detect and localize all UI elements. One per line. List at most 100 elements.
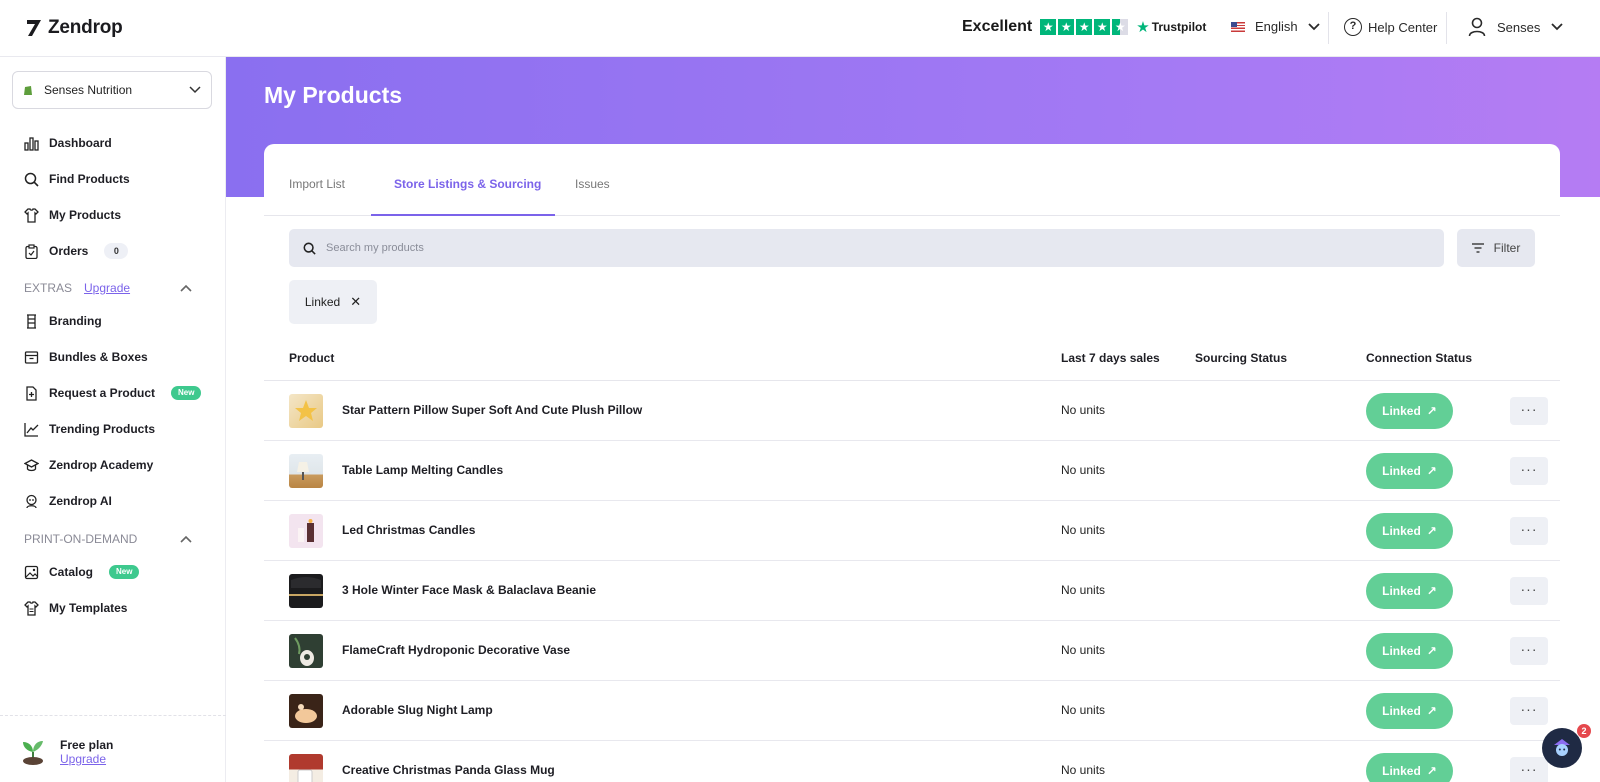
help-center-link[interactable]: ? Help Center — [1344, 18, 1437, 36]
product-name[interactable]: FlameCraft Hydroponic Decorative Vase — [342, 643, 570, 657]
sidebar-item-my-products[interactable]: My Products — [24, 205, 121, 225]
user-name: Senses — [1497, 19, 1541, 35]
new-badge: New — [171, 386, 202, 400]
sidebar-item-find-products[interactable]: Find Products — [24, 169, 130, 189]
sidebar-item-my-templates[interactable]: My Templates — [24, 598, 127, 618]
star-icon: ★ — [1058, 19, 1075, 35]
more-options-button[interactable]: ··· — [1510, 397, 1548, 425]
clipboard-icon — [25, 243, 38, 259]
language-selector[interactable]: English — [1231, 19, 1320, 34]
shirt-icon — [24, 207, 39, 223]
christmas-candles-image — [298, 519, 314, 542]
panda-mug-image — [297, 769, 313, 782]
linked-status-button[interactable]: Linked ↗ — [1366, 393, 1453, 429]
more-options-button[interactable]: ··· — [1510, 637, 1548, 665]
more-options-button[interactable]: ··· — [1510, 577, 1548, 605]
product-name[interactable]: 3 Hole Winter Face Mask & Balaclava Bean… — [342, 583, 596, 597]
plan-upgrade-link[interactable]: Upgrade — [60, 752, 113, 766]
table-row[interactable]: Adorable Slug Night Lamp No units Linked… — [264, 681, 1560, 741]
product-name[interactable]: Creative Christmas Panda Glass Mug — [342, 763, 555, 777]
trending-icon — [24, 422, 39, 437]
more-options-button[interactable]: ··· — [1510, 517, 1548, 545]
tab-issues[interactable]: Issues — [575, 177, 610, 191]
ai-icon — [26, 494, 37, 508]
linked-label: Linked — [1382, 524, 1421, 538]
divider — [1446, 12, 1447, 44]
product-thumbnail — [289, 394, 323, 428]
linked-label: Linked — [1382, 644, 1421, 658]
sidebar-item-catalog[interactable]: Catalog New — [24, 562, 140, 582]
linked-status-button[interactable]: Linked ↗ — [1366, 753, 1453, 782]
product-thumbnail — [289, 574, 323, 608]
filter-label: Filter — [1493, 241, 1521, 255]
chevron-down-icon — [1551, 23, 1564, 31]
sidebar-item-bundles[interactable]: Bundles & Boxes — [24, 347, 148, 367]
vase-image — [294, 637, 314, 666]
tab-import-list[interactable]: Import List — [289, 177, 345, 191]
search-input[interactable]: Search my products — [289, 229, 1444, 267]
store-selector[interactable]: Senses Nutrition — [12, 71, 212, 109]
new-badge: New — [109, 565, 140, 579]
tab-store-listings[interactable]: Store Listings & Sourcing — [394, 177, 541, 191]
product-name[interactable]: Adorable Slug Night Lamp — [342, 703, 493, 717]
trustpilot-rating-word: Excellent — [962, 18, 1033, 35]
product-name[interactable]: Table Lamp Melting Candles — [342, 463, 503, 477]
trustpilot-widget[interactable]: Excellent ★ ★ ★ ★ ★ ★ Trustpilot — [962, 18, 1206, 36]
table-row[interactable]: FlameCraft Hydroponic Decorative Vase No… — [264, 621, 1560, 681]
plan-info: Free plan Upgrade — [20, 738, 113, 766]
product-name[interactable]: Star Pattern Pillow Super Soft And Cute … — [342, 403, 642, 417]
chart-icon — [24, 136, 39, 151]
table-row[interactable]: Star Pattern Pillow Super Soft And Cute … — [264, 381, 1560, 441]
filter-button[interactable]: Filter — [1457, 229, 1535, 267]
sidebar-footer: Free plan Upgrade — [0, 715, 226, 782]
extras-upgrade-link[interactable]: Upgrade — [84, 281, 130, 295]
chevron-down-icon — [1308, 22, 1320, 30]
product-thumbnail — [289, 694, 323, 728]
store-name: Senses Nutrition — [44, 83, 133, 97]
linked-status-button[interactable]: Linked ↗ — [1366, 633, 1453, 669]
more-options-button[interactable]: ··· — [1510, 457, 1548, 485]
sidebar-item-orders[interactable]: Orders 0 — [24, 241, 129, 261]
search-icon — [303, 242, 316, 255]
table-row[interactable]: Table Lamp Melting Candles No units Link… — [264, 441, 1560, 501]
filter-chip-linked[interactable]: Linked ✕ — [289, 280, 377, 324]
linked-status-button[interactable]: Linked ↗ — [1366, 573, 1453, 609]
chevron-up-icon[interactable] — [180, 535, 192, 543]
sidebar: Senses Nutrition Dashboard Find Products… — [0, 57, 226, 782]
more-options-button[interactable]: ··· — [1510, 697, 1548, 725]
sidebar-item-zendrop-ai[interactable]: Zendrop AI — [24, 491, 112, 511]
sidebar-item-label: Branding — [49, 314, 102, 328]
sidebar-item-dashboard[interactable]: Dashboard — [24, 133, 112, 153]
academy-icon — [24, 458, 39, 471]
zendrop-logo[interactable]: Zendrop — [26, 17, 123, 39]
chat-launcher-button[interactable] — [1542, 728, 1582, 768]
question-circle-icon: ? — [1344, 18, 1362, 36]
page-title: My Products — [264, 82, 403, 108]
linked-status-button[interactable]: Linked ↗ — [1366, 453, 1453, 489]
extras-title: EXTRAS — [24, 281, 73, 295]
sidebar-item-academy[interactable]: Zendrop Academy — [24, 455, 153, 475]
external-link-icon: ↗ — [1426, 764, 1437, 778]
product-sales: No units — [1061, 643, 1106, 657]
linked-status-button[interactable]: Linked ↗ — [1366, 693, 1453, 729]
user-menu[interactable]: Senses — [1468, 17, 1564, 37]
sidebar-item-request-product[interactable]: Request a Product New — [24, 383, 202, 403]
column-header-product: Product — [289, 351, 335, 365]
linked-status-button[interactable]: Linked ↗ — [1366, 513, 1453, 549]
us-flag-icon — [1231, 21, 1245, 32]
product-thumbnail — [289, 634, 323, 668]
star-icon: ★ — [1094, 19, 1111, 35]
filter-icon — [1471, 243, 1484, 253]
app-name: Zendrop — [48, 17, 123, 38]
chevron-up-icon[interactable] — [180, 284, 192, 292]
table-row[interactable]: Creative Christmas Panda Glass Mug No un… — [264, 741, 1560, 782]
sidebar-item-trending[interactable]: Trending Products — [24, 419, 155, 439]
table-row[interactable]: 3 Hole Winter Face Mask & Balaclava Bean… — [264, 561, 1560, 621]
sidebar-item-branding[interactable]: Branding — [24, 311, 102, 331]
close-icon[interactable]: ✕ — [350, 294, 361, 310]
more-options-button[interactable]: ··· — [1510, 757, 1548, 782]
table-row[interactable]: Led Christmas Candles No units Linked ↗ ·… — [264, 501, 1560, 561]
star-pillow-image — [295, 400, 317, 421]
star-half-icon: ★ — [1112, 19, 1129, 35]
product-name[interactable]: Led Christmas Candles — [342, 523, 475, 537]
